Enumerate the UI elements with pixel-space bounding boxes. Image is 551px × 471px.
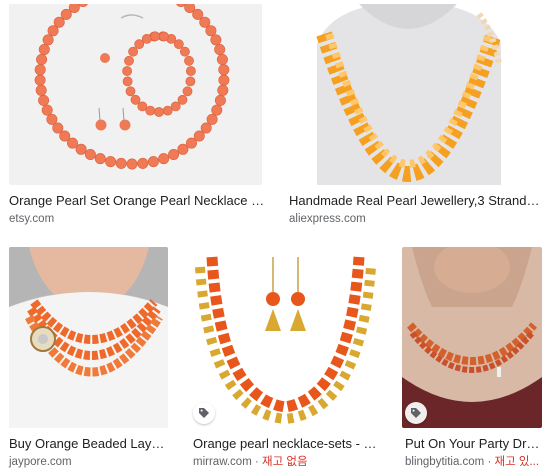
pearl-bead xyxy=(159,31,169,42)
pearl-bead xyxy=(210,34,222,46)
pearl-bead xyxy=(94,153,106,165)
result-source-3[interactable]: jaypore.com xyxy=(9,455,72,469)
result-source-5[interactable]: blingbytitia.com xyxy=(405,456,484,468)
pearl-bead xyxy=(147,156,159,168)
result-image-3[interactable] xyxy=(9,247,168,428)
pearl-bead xyxy=(150,31,161,42)
pearl-bead xyxy=(177,143,189,155)
result-source-1[interactable]: etsy.com xyxy=(9,212,54,226)
pearl-bead xyxy=(141,34,152,44)
pearl-bead xyxy=(182,86,193,97)
result-title-5[interactable]: Put On Your Party Dres... xyxy=(405,436,545,452)
pearl-bead xyxy=(179,46,190,57)
result-image-5[interactable] xyxy=(402,247,542,428)
pearl-bead xyxy=(126,158,138,170)
pearl-bead xyxy=(34,74,46,86)
pearl-bead xyxy=(214,94,226,106)
pearl-bead xyxy=(173,39,184,50)
pearl-bead xyxy=(122,66,132,76)
result-title-3[interactable]: Buy Orange Beaded Layer... xyxy=(9,436,167,452)
pearl-bead xyxy=(130,94,141,105)
result-image-1[interactable] xyxy=(9,4,262,185)
pearl-bead xyxy=(105,156,117,168)
pearl-bead xyxy=(46,113,58,125)
pearl-bead xyxy=(218,74,230,86)
pearl-bead xyxy=(185,66,196,76)
pearl-bead xyxy=(68,4,80,13)
stock-status-5: 재고 있... xyxy=(494,456,540,468)
pearl-bead xyxy=(128,46,138,57)
pearl-bead xyxy=(154,107,164,117)
price-tag-badge-4[interactable] xyxy=(193,402,215,424)
price-tag-icon xyxy=(199,408,209,418)
result-title-2[interactable]: Handmade Real Pearl Jewellery,3 Strands,… xyxy=(289,193,545,209)
pearl-bead xyxy=(162,105,173,116)
pearl-bead xyxy=(75,143,87,155)
pearl-bead xyxy=(137,157,149,169)
pearl-bead xyxy=(205,25,217,37)
pearl-bead xyxy=(38,43,50,55)
pearl-bead xyxy=(137,101,148,112)
pearl-bead xyxy=(216,53,228,65)
pearl-bead xyxy=(122,76,133,87)
result-source-2[interactable]: aliexpress.com xyxy=(289,212,366,226)
baroque-pearl-image xyxy=(289,4,527,185)
pearl-bead xyxy=(41,104,53,116)
pearl-bead xyxy=(218,64,230,76)
pearl-bead xyxy=(124,55,134,66)
pearl-bead xyxy=(184,55,194,66)
pearl-bead xyxy=(36,53,48,65)
pearl-bead xyxy=(42,34,54,46)
pearl-choker-image xyxy=(402,247,542,428)
result-image-4[interactable] xyxy=(190,247,381,428)
pearl-bead xyxy=(34,64,46,76)
separator-4: · xyxy=(251,456,263,468)
pearl-bead xyxy=(211,104,223,116)
pearl-set-image xyxy=(9,4,262,185)
separator-5: · xyxy=(484,456,495,468)
result-title-4[interactable]: Orange pearl necklace-sets - Su... xyxy=(193,436,381,452)
price-tag-badge-5[interactable] xyxy=(405,402,427,424)
stock-status-4: 재고 없음 xyxy=(262,456,308,468)
result-image-2[interactable] xyxy=(289,4,527,185)
pearl-bead xyxy=(84,149,96,161)
result-title-1[interactable]: Orange Pearl Set Orange Pearl Necklace O… xyxy=(9,193,265,209)
pearl-bead xyxy=(214,43,226,55)
result-source-line-4: mirraw.com · 재고 없음 xyxy=(193,455,308,469)
pearl-bead xyxy=(168,149,180,161)
pearl-bead xyxy=(125,86,136,97)
layered-bead-necklace-image xyxy=(9,247,168,428)
pearl-bead xyxy=(35,84,47,96)
pearl-bead xyxy=(177,94,188,105)
bead-and-triangle-set-image xyxy=(190,247,381,428)
pearl-bead xyxy=(38,94,50,106)
pearl-bead xyxy=(158,153,170,165)
result-source-line-5: blingbytitia.com · 재고 있... xyxy=(405,455,539,469)
pearl-bead xyxy=(185,76,196,87)
pearl-bead xyxy=(217,84,229,96)
pearl-bead xyxy=(186,137,198,149)
price-tag-icon xyxy=(411,408,421,418)
pearl-bead xyxy=(115,157,127,169)
result-source-4[interactable]: mirraw.com xyxy=(193,456,252,468)
